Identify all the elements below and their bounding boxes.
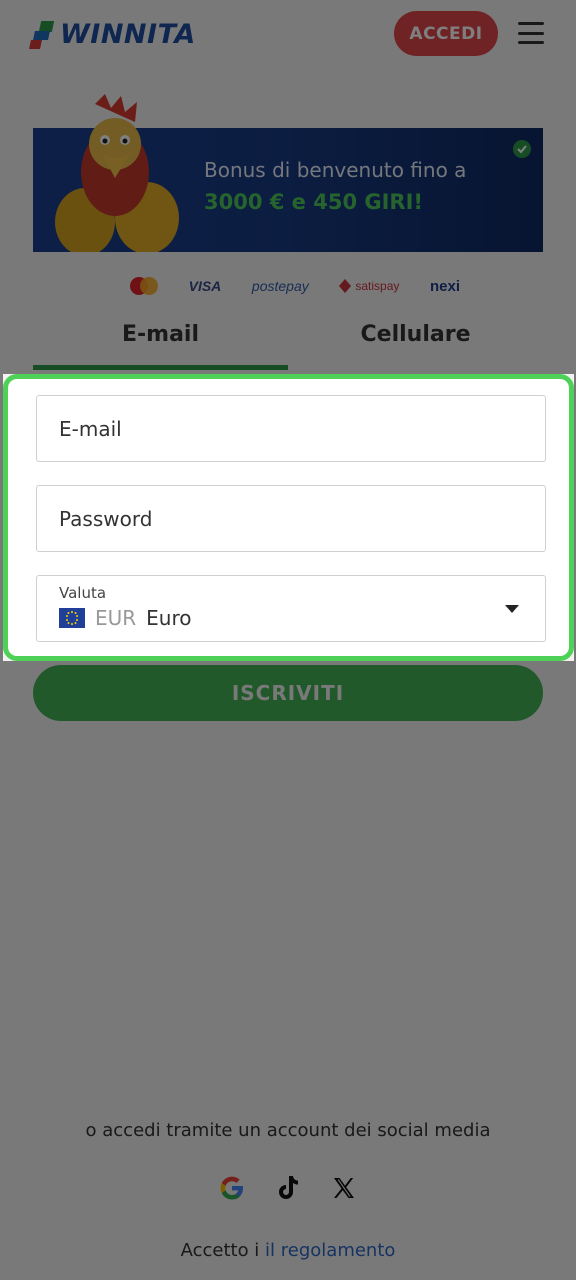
google-icon[interactable]: [218, 1174, 246, 1202]
terms-line: Accetto i il regolamento: [0, 1240, 576, 1261]
welcome-bonus-banner[interactable]: Bonus di benvenuto fino a 3000 € e 450 G…: [33, 94, 543, 252]
currency-value: EUR Euro: [59, 606, 192, 630]
social-login-text: o accedi tramite un account dei social m…: [85, 1120, 491, 1141]
banner-line1: Bonus di benvenuto fino a: [204, 158, 467, 182]
currency-code: EUR: [95, 605, 137, 630]
payment-methods: VISA postepay satispay nexi: [130, 274, 460, 298]
checkmark-icon: [513, 140, 531, 158]
currency-label: Valuta: [59, 583, 107, 602]
x-icon[interactable]: [330, 1174, 358, 1202]
satispay-logo: satispay: [339, 279, 399, 293]
visa-logo: VISA: [188, 278, 222, 294]
social-login-icons: [218, 1172, 358, 1204]
satispay-icon: [339, 279, 352, 293]
banner-text: Bonus di benvenuto fino a 3000 € e 450 G…: [204, 158, 466, 214]
banner-line2: 3000 € e 450 GIRI!: [204, 190, 423, 214]
terms-prefix: Accetto i: [180, 1240, 260, 1261]
winnita-logo[interactable]: WINNITA: [29, 16, 196, 52]
tab-cellulare[interactable]: Cellulare: [288, 318, 543, 370]
eu-flag-icon: [59, 607, 85, 628]
signup-form-panel: Valuta EUR Euro: [3, 374, 574, 661]
email-field[interactable]: [36, 395, 546, 462]
postepay-logo: postepay: [251, 278, 309, 294]
terms-link[interactable]: il regolamento: [265, 1240, 395, 1261]
tiktok-icon[interactable]: [274, 1174, 302, 1202]
mastercard-icon: [130, 277, 158, 295]
email-input[interactable]: [59, 416, 545, 441]
register-button[interactable]: ISCRIVITI: [33, 665, 543, 721]
signup-tabs: E-mail Cellulare: [33, 318, 543, 370]
logo-mark-icon: [29, 19, 55, 49]
rooster-mascot-icon: [55, 94, 179, 252]
chevron-down-icon: [505, 605, 519, 613]
satispay-label: satispay: [355, 279, 400, 293]
tab-email[interactable]: E-mail: [33, 318, 288, 370]
currency-name: Euro: [146, 605, 192, 630]
nexi-logo: nexi: [429, 277, 460, 295]
password-field[interactable]: [36, 485, 546, 552]
password-input[interactable]: [59, 506, 545, 531]
hamburger-menu-icon[interactable]: [518, 22, 544, 44]
currency-select[interactable]: Valuta EUR Euro: [36, 575, 546, 642]
login-button[interactable]: ACCEDI: [394, 11, 498, 56]
header: WINNITA ACCEDI: [0, 0, 576, 68]
logo-text: WINNITA: [60, 18, 196, 50]
